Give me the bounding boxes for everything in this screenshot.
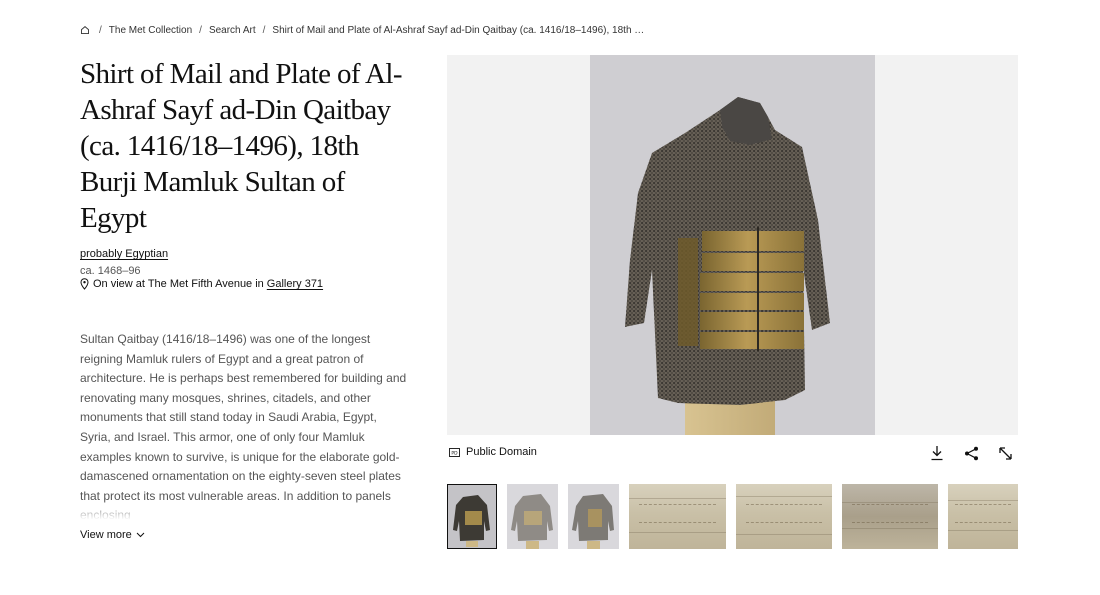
culture-link[interactable]: probably Egyptian xyxy=(80,248,168,260)
public-domain-icon: PD xyxy=(449,447,460,457)
mail-shirt-thumbnail xyxy=(453,495,490,547)
image-actions xyxy=(928,444,1014,462)
breadcrumb-separator: / xyxy=(99,24,102,36)
inscription-detail xyxy=(955,503,1011,523)
thumbnail-6[interactable] xyxy=(842,484,938,549)
artwork-description: Sultan Qaitbay (1416/18–1496) was one of… xyxy=(80,332,407,522)
mail-shirt-image xyxy=(625,97,830,435)
inscription-detail xyxy=(638,503,717,523)
location-pin-icon xyxy=(80,278,89,290)
thumbnail-3[interactable] xyxy=(568,484,619,549)
description-container: Sultan Qaitbay (1416/18–1496) was one of… xyxy=(80,330,410,523)
artwork-info: Shirt of Mail and Plate of Al-Ashraf Say… xyxy=(80,56,420,277)
inscription-detail xyxy=(745,503,823,523)
artwork-title: Shirt of Mail and Plate of Al-Ashraf Say… xyxy=(80,58,403,234)
expand-button[interactable] xyxy=(996,444,1014,462)
breadcrumb-separator: / xyxy=(199,24,202,36)
thumbnail-2[interactable] xyxy=(507,484,558,549)
artwork-photo[interactable] xyxy=(590,55,875,435)
thumbnail-strip xyxy=(447,484,1018,550)
gallery-link[interactable]: Gallery 371 xyxy=(267,278,323,290)
view-more-button[interactable]: View more xyxy=(80,529,145,541)
svg-text:PD: PD xyxy=(451,450,458,456)
breadcrumb-search-art[interactable]: Search Art xyxy=(209,25,256,36)
artwork-date: ca. 1468–96 xyxy=(80,265,141,277)
mail-shirt-thumbnail xyxy=(572,494,614,549)
description-fade xyxy=(80,501,410,523)
on-view-location: On view at The Met Fifth Avenue in Galle… xyxy=(80,278,323,290)
breadcrumb-separator: / xyxy=(262,24,266,36)
thumbnail-4[interactable] xyxy=(629,484,726,549)
on-view-label: On view at The Met Fifth Avenue in xyxy=(93,278,264,290)
thumbnail-7[interactable] xyxy=(948,484,1018,549)
view-more-label: View more xyxy=(80,529,132,541)
rights-info: PD Public Domain xyxy=(449,446,537,458)
mail-shirt-thumbnail xyxy=(511,494,553,549)
home-icon[interactable] xyxy=(80,25,90,35)
share-button[interactable] xyxy=(962,444,980,462)
public-domain-label: Public Domain xyxy=(466,446,537,458)
breadcrumb-met-collection[interactable]: The Met Collection xyxy=(109,25,192,36)
chevron-down-icon xyxy=(136,532,145,538)
thumbnail-5[interactable] xyxy=(736,484,832,549)
download-icon xyxy=(931,446,943,461)
breadcrumb-current-page: Shirt of Mail and Plate of Al-Ashraf Say… xyxy=(272,24,645,36)
expand-icon xyxy=(998,446,1012,460)
breadcrumb: / The Met Collection / Search Art / Shir… xyxy=(80,23,644,37)
inscription-detail xyxy=(851,503,929,523)
thumbnail-1[interactable] xyxy=(447,484,497,549)
image-stage[interactable] xyxy=(447,55,1018,435)
download-button[interactable] xyxy=(928,444,946,462)
share-icon xyxy=(964,446,978,460)
gold-plates xyxy=(678,227,804,351)
